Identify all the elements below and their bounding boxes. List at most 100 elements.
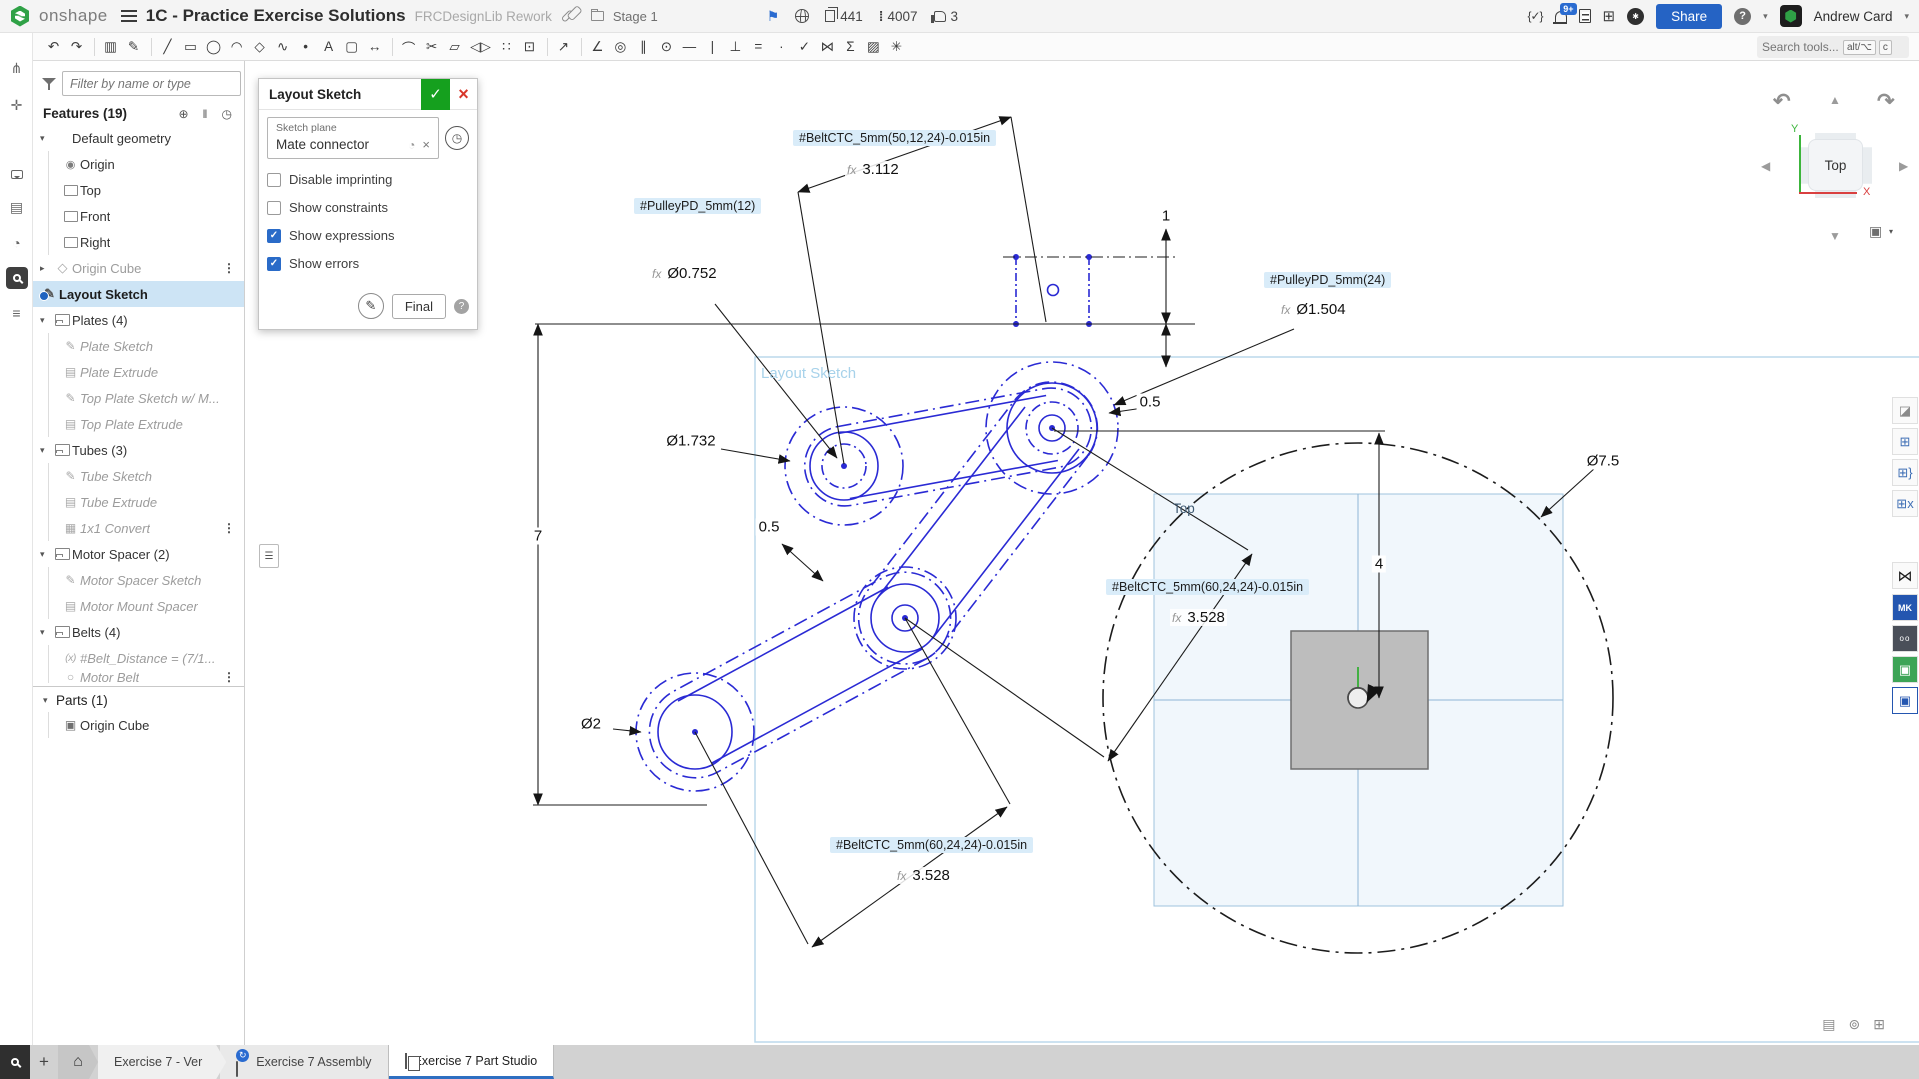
- butterfly-app[interactable]: ⋈: [1892, 562, 1918, 589]
- dim-4[interactable]: 4: [1372, 556, 1386, 573]
- tree-caret-icon[interactable]: ▾: [40, 133, 53, 144]
- tree-caret-icon[interactable]: ▸: [40, 263, 53, 274]
- equal-constraint[interactable]: =: [748, 35, 771, 59]
- equation-constraint[interactable]: Σ: [840, 35, 863, 59]
- robot-app[interactable]: oo: [1892, 625, 1918, 652]
- sketch-toggle-button[interactable]: ✎: [358, 293, 384, 319]
- library-green-app[interactable]: ▣: [1892, 656, 1918, 683]
- tab-search-button[interactable]: [0, 1045, 30, 1079]
- tree-caret-icon[interactable]: ▾: [40, 549, 53, 560]
- suspend-rebuild-icon[interactable]: ‖: [203, 107, 208, 121]
- constraints-display[interactable]: ✳: [886, 35, 909, 59]
- expression-tag[interactable]: #BeltCTC_5mm(50,12,24)-0.015in: [793, 130, 996, 146]
- parallel-constraint[interactable]: ∥: [633, 35, 656, 59]
- line-tool[interactable]: ╱: [157, 35, 180, 59]
- expression-tag[interactable]: #PulleyPD_5mm(24): [1264, 272, 1391, 288]
- main-menu-icon[interactable]: [121, 10, 137, 22]
- feature-origin[interactable]: Origin: [33, 151, 244, 177]
- polygon-tool[interactable]: ◇: [249, 35, 272, 59]
- copies-stat[interactable]: 441: [825, 9, 863, 24]
- rotate-up-icon[interactable]: ▲: [1829, 93, 1841, 107]
- dimension-tool[interactable]: ↗: [553, 35, 576, 59]
- checkbox-icon[interactable]: [267, 173, 281, 187]
- feature-right-plane[interactable]: Right: [33, 229, 244, 255]
- dim-0-5-mid[interactable]: 0.5: [756, 519, 783, 536]
- expression-tag[interactable]: #BeltCTC_5mm(60,24,24)-0.015in: [1106, 579, 1309, 595]
- folder-belts[interactable]: ▾ Belts (4): [33, 619, 244, 645]
- feature-top-plane[interactable]: Top: [33, 177, 244, 203]
- feature-plate-extrude[interactable]: Plate Extrude: [33, 359, 244, 385]
- share-button[interactable]: Share: [1656, 4, 1722, 29]
- show-errors-checkbox[interactable]: Show errors: [267, 256, 469, 271]
- checkbox-icon[interactable]: [267, 201, 281, 215]
- kebab-menu-icon[interactable]: ⋮: [223, 671, 244, 683]
- feature-default-geometry[interactable]: ▾ Default geometry: [33, 125, 244, 151]
- feature-front-plane[interactable]: Front: [33, 203, 244, 229]
- featurescript-check-icon[interactable]: {✓}: [1527, 9, 1542, 23]
- checkbox-icon[interactable]: [267, 257, 281, 271]
- concentric-constraint[interactable]: ◎: [610, 35, 633, 59]
- search[interactable]: [0, 265, 33, 291]
- dim-d1-732[interactable]: Ø1.732: [663, 433, 718, 450]
- arc-tool[interactable]: ◠: [226, 35, 249, 59]
- perspective-view[interactable]: ⊚: [1849, 1016, 1861, 1033]
- sketch-plane-value[interactable]: Mate connector: [276, 137, 408, 152]
- pattern-tool[interactable]: ∷: [496, 35, 519, 59]
- parts-caret-icon[interactable]: ▾: [43, 695, 56, 706]
- dim-1[interactable]: 1: [1159, 208, 1173, 225]
- feature-motor-belt[interactable]: Motor Belt ⋮: [33, 671, 244, 683]
- expression-value[interactable]: fx3.528: [1170, 609, 1227, 626]
- versions-stat[interactable]: ⁞4007: [879, 8, 918, 24]
- partstudio-grid-panel[interactable]: ⊞: [1892, 428, 1918, 455]
- folder-motor-spacer[interactable]: ▾ Motor Spacer (2): [33, 541, 244, 567]
- folder-tubes[interactable]: ▾ Tubes (3): [33, 437, 244, 463]
- tab-version[interactable]: Exercise 7 - Ver: [98, 1045, 226, 1079]
- circle-tool[interactable]: ◯: [203, 35, 226, 59]
- feature-filter-input[interactable]: [62, 71, 241, 96]
- slot-tool[interactable]: ▢: [341, 35, 364, 59]
- feature-belt-distance[interactable]: #Belt_Distance = (7/1...: [33, 645, 244, 671]
- normal-constraint[interactable]: ✓: [794, 35, 817, 59]
- dim-0-5-top[interactable]: 0.5: [1137, 394, 1164, 411]
- comments[interactable]: [0, 161, 33, 187]
- learning-flag-icon[interactable]: ⚑: [767, 8, 780, 25]
- redo[interactable]: ↷: [66, 35, 89, 59]
- rotate-ccw-icon[interactable]: ↶: [1773, 89, 1791, 114]
- undo[interactable]: ↶: [43, 35, 66, 59]
- expression-value[interactable]: fxØ1.504: [1279, 301, 1348, 318]
- part-origin-cube[interactable]: Origin Cube: [33, 712, 244, 738]
- public-globe-icon[interactable]: [795, 9, 809, 23]
- insert-dxf[interactable]: ⊡: [519, 35, 542, 59]
- feature-motor-mount-spacer[interactable]: Motor Mount Spacer: [33, 593, 244, 619]
- help-icon[interactable]: ?: [1734, 8, 1751, 25]
- expression-tag[interactable]: #PulleyPD_5mm(12): [634, 198, 761, 214]
- expression-value[interactable]: fx3.112: [845, 161, 901, 178]
- perpendicular-constraint[interactable]: ⊥: [725, 35, 748, 59]
- view-grid[interactable]: ⊞: [1873, 1016, 1885, 1033]
- assistant-icon[interactable]: ✱: [1627, 8, 1644, 25]
- tangent-constraint[interactable]: ∠: [587, 35, 610, 59]
- spline-tool[interactable]: ∿: [272, 35, 295, 59]
- tree-caret-icon[interactable]: ▾: [40, 315, 53, 326]
- mate-connector-button[interactable]: ◷: [445, 126, 469, 150]
- avatar[interactable]: [1780, 5, 1802, 27]
- text-tool[interactable]: A: [318, 35, 341, 59]
- likes-stat[interactable]: 3: [934, 9, 959, 24]
- midpoint-constraint[interactable]: ∙: [771, 35, 794, 59]
- add-tab-button[interactable]: +: [30, 1045, 58, 1079]
- feature-motor-spacer-sketch[interactable]: Motor Spacer Sketch: [33, 567, 244, 593]
- fillet-tool[interactable]: ⌒: [398, 35, 421, 59]
- symmetric-constraint[interactable]: ⋈: [817, 35, 840, 59]
- rotate-down-icon[interactable]: ▼: [1829, 229, 1841, 243]
- feature-origin-cube[interactable]: ▸ Origin Cube ⋮: [33, 255, 244, 281]
- feature-plate-sketch[interactable]: Plate Sketch: [33, 333, 244, 359]
- folder-plates[interactable]: ▾ Plates (4): [33, 307, 244, 333]
- library-blue-app[interactable]: ▣: [1892, 687, 1918, 714]
- expression-value[interactable]: fxØ0.752: [650, 265, 719, 282]
- add-folder-icon[interactable]: ⊕: [178, 107, 188, 121]
- feature-tube-sketch[interactable]: Tube Sketch: [33, 463, 244, 489]
- disable-imprinting-checkbox[interactable]: Disable imprinting: [267, 172, 469, 187]
- coincident-constraint[interactable]: ⊙: [656, 35, 679, 59]
- clear-selection-icon[interactable]: ×: [422, 137, 430, 152]
- dim-d7-5[interactable]: Ø7.5: [1584, 453, 1623, 470]
